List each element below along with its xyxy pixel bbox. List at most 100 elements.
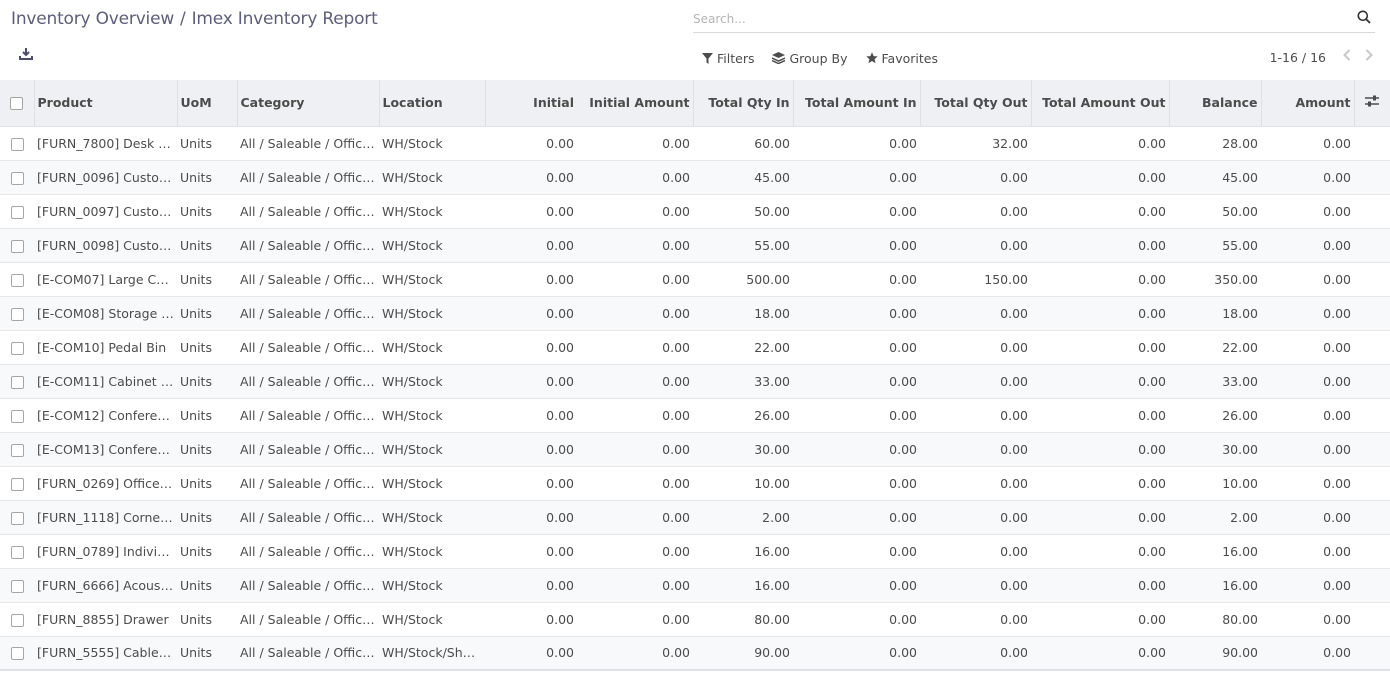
cell-total-amount-out[interactable]: 0.00: [1031, 296, 1169, 331]
cell-initial[interactable]: 0.00: [485, 160, 577, 195]
cell-initial[interactable]: 0.00: [485, 364, 577, 399]
cell-total-qty-in[interactable]: 22.00: [693, 330, 793, 365]
table-row[interactable]: [FURN_5555] Cable M... Units All / Saleabl…: [0, 636, 1390, 671]
cell-initial[interactable]: 0.00: [485, 330, 577, 365]
cell-location[interactable]: WH/Stock: [379, 364, 485, 399]
column-header-total-qty-out[interactable]: Total Qty Out: [920, 80, 1032, 127]
cell-total-qty-out[interactable]: 0.00: [920, 500, 1031, 535]
cell-total-amount-out[interactable]: 0.00: [1031, 466, 1169, 501]
row-checkbox[interactable]: [10, 477, 24, 491]
cell-uom[interactable]: Units: [177, 364, 237, 399]
cell-product[interactable]: [FURN_0789] Individu...: [34, 534, 177, 569]
column-header-category[interactable]: Category: [237, 80, 380, 127]
cell-balance[interactable]: 16.00: [1169, 568, 1261, 603]
cell-initial[interactable]: 0.00: [485, 534, 577, 569]
column-header-total-amount-out[interactable]: Total Amount Out: [1031, 80, 1170, 127]
cell-total-amount-in[interactable]: 0.00: [793, 602, 920, 637]
cell-initial[interactable]: 0.00: [485, 500, 577, 535]
cell-total-qty-out[interactable]: 0.00: [920, 466, 1031, 501]
cell-amount[interactable]: 0.00: [1261, 126, 1354, 161]
cell-total-amount-in[interactable]: 0.00: [793, 296, 920, 331]
cell-initial-amount[interactable]: 0.00: [577, 500, 693, 535]
cell-total-qty-in[interactable]: 26.00: [693, 398, 793, 433]
cell-category[interactable]: All / Saleable / Office ...: [237, 160, 379, 195]
filters-button[interactable]: Filters: [702, 51, 754, 66]
cell-location[interactable]: WH/Stock: [379, 534, 485, 569]
row-checkbox[interactable]: [10, 239, 24, 253]
cell-balance[interactable]: 90.00: [1169, 636, 1261, 671]
cell-initial-amount[interactable]: 0.00: [577, 398, 693, 433]
cell-total-qty-in[interactable]: 50.00: [693, 194, 793, 229]
cell-amount[interactable]: 0.00: [1261, 636, 1354, 671]
cell-initial-amount[interactable]: 0.00: [577, 636, 693, 671]
favorites-button[interactable]: Favorites: [865, 51, 938, 66]
cell-amount[interactable]: 0.00: [1261, 568, 1354, 603]
cell-initial-amount[interactable]: 0.00: [577, 228, 693, 263]
cell-category[interactable]: All / Saleable / Office ...: [237, 364, 379, 399]
select-all-checkbox[interactable]: [10, 97, 24, 111]
optional-columns-toggle[interactable]: [1354, 80, 1390, 127]
cell-total-qty-out[interactable]: 32.00: [920, 126, 1031, 161]
pager-next-button[interactable]: [1364, 49, 1374, 65]
cell-location[interactable]: WH/Stock: [379, 160, 485, 195]
cell-total-qty-out[interactable]: 0.00: [920, 602, 1031, 637]
cell-initial-amount[interactable]: 0.00: [577, 126, 693, 161]
cell-location[interactable]: WH/Stock: [379, 466, 485, 501]
cell-total-amount-in[interactable]: 0.00: [793, 228, 920, 263]
cell-category[interactable]: All / Saleable / Office ...: [237, 500, 379, 535]
cell-location[interactable]: WH/Stock: [379, 126, 485, 161]
cell-initial-amount[interactable]: 0.00: [577, 364, 693, 399]
cell-initial[interactable]: 0.00: [485, 296, 577, 331]
column-header-total-qty-in[interactable]: Total Qty In: [693, 80, 794, 127]
cell-product[interactable]: [FURN_0096] Customi...: [34, 160, 177, 195]
cell-total-qty-in[interactable]: 90.00: [693, 636, 793, 671]
cell-initial-amount[interactable]: 0.00: [577, 296, 693, 331]
cell-category[interactable]: All / Saleable / Office ...: [237, 398, 379, 433]
cell-amount[interactable]: 0.00: [1261, 330, 1354, 365]
cell-uom[interactable]: Units: [177, 602, 237, 637]
cell-total-qty-out[interactable]: 0.00: [920, 228, 1031, 263]
cell-category[interactable]: All / Saleable / Office ...: [237, 636, 379, 671]
cell-balance[interactable]: 50.00: [1169, 194, 1261, 229]
cell-total-amount-in[interactable]: 0.00: [793, 466, 920, 501]
cell-product[interactable]: [FURN_0269] Office C...: [34, 466, 177, 501]
column-header-location[interactable]: Location: [379, 80, 486, 127]
cell-uom[interactable]: Units: [177, 500, 237, 535]
cell-initial[interactable]: 0.00: [485, 636, 577, 671]
cell-total-qty-in[interactable]: 45.00: [693, 160, 793, 195]
row-checkbox[interactable]: [10, 375, 24, 389]
row-checkbox[interactable]: [10, 443, 24, 457]
cell-total-amount-out[interactable]: 0.00: [1031, 398, 1169, 433]
cell-total-qty-in[interactable]: 2.00: [693, 500, 793, 535]
cell-total-amount-in[interactable]: 0.00: [793, 364, 920, 399]
cell-uom[interactable]: Units: [177, 534, 237, 569]
cell-uom[interactable]: Units: [177, 398, 237, 433]
cell-uom[interactable]: Units: [177, 262, 237, 297]
row-checkbox[interactable]: [10, 307, 24, 321]
row-checkbox[interactable]: [10, 647, 24, 661]
cell-uom[interactable]: Units: [177, 466, 237, 501]
cell-location[interactable]: WH/Stock: [379, 432, 485, 467]
cell-balance[interactable]: 18.00: [1169, 296, 1261, 331]
cell-amount[interactable]: 0.00: [1261, 194, 1354, 229]
cell-total-amount-in[interactable]: 0.00: [793, 432, 920, 467]
cell-location[interactable]: WH/Stock: [379, 228, 485, 263]
cell-location[interactable]: WH/Stock: [379, 262, 485, 297]
row-checkbox[interactable]: [10, 511, 24, 525]
cell-total-amount-in[interactable]: 0.00: [793, 500, 920, 535]
cell-uom[interactable]: Units: [177, 568, 237, 603]
cell-total-amount-out[interactable]: 0.00: [1031, 364, 1169, 399]
cell-category[interactable]: All / Saleable / Office ...: [237, 228, 379, 263]
cell-initial[interactable]: 0.00: [485, 432, 577, 467]
cell-initial[interactable]: 0.00: [485, 194, 577, 229]
search-button[interactable]: [1357, 9, 1373, 25]
row-checkbox[interactable]: [10, 137, 24, 151]
cell-category[interactable]: All / Saleable / Office ...: [237, 568, 379, 603]
cell-total-qty-in[interactable]: 80.00: [693, 602, 793, 637]
cell-product[interactable]: [FURN_5555] Cable M...: [34, 636, 177, 671]
cell-amount[interactable]: 0.00: [1261, 534, 1354, 569]
cell-total-qty-in[interactable]: 60.00: [693, 126, 793, 161]
table-row[interactable]: [E-COM10] Pedal Bin Units All / Saleable /…: [0, 330, 1390, 365]
cell-amount[interactable]: 0.00: [1261, 602, 1354, 637]
cell-category[interactable]: All / Saleable / Office ...: [237, 534, 379, 569]
